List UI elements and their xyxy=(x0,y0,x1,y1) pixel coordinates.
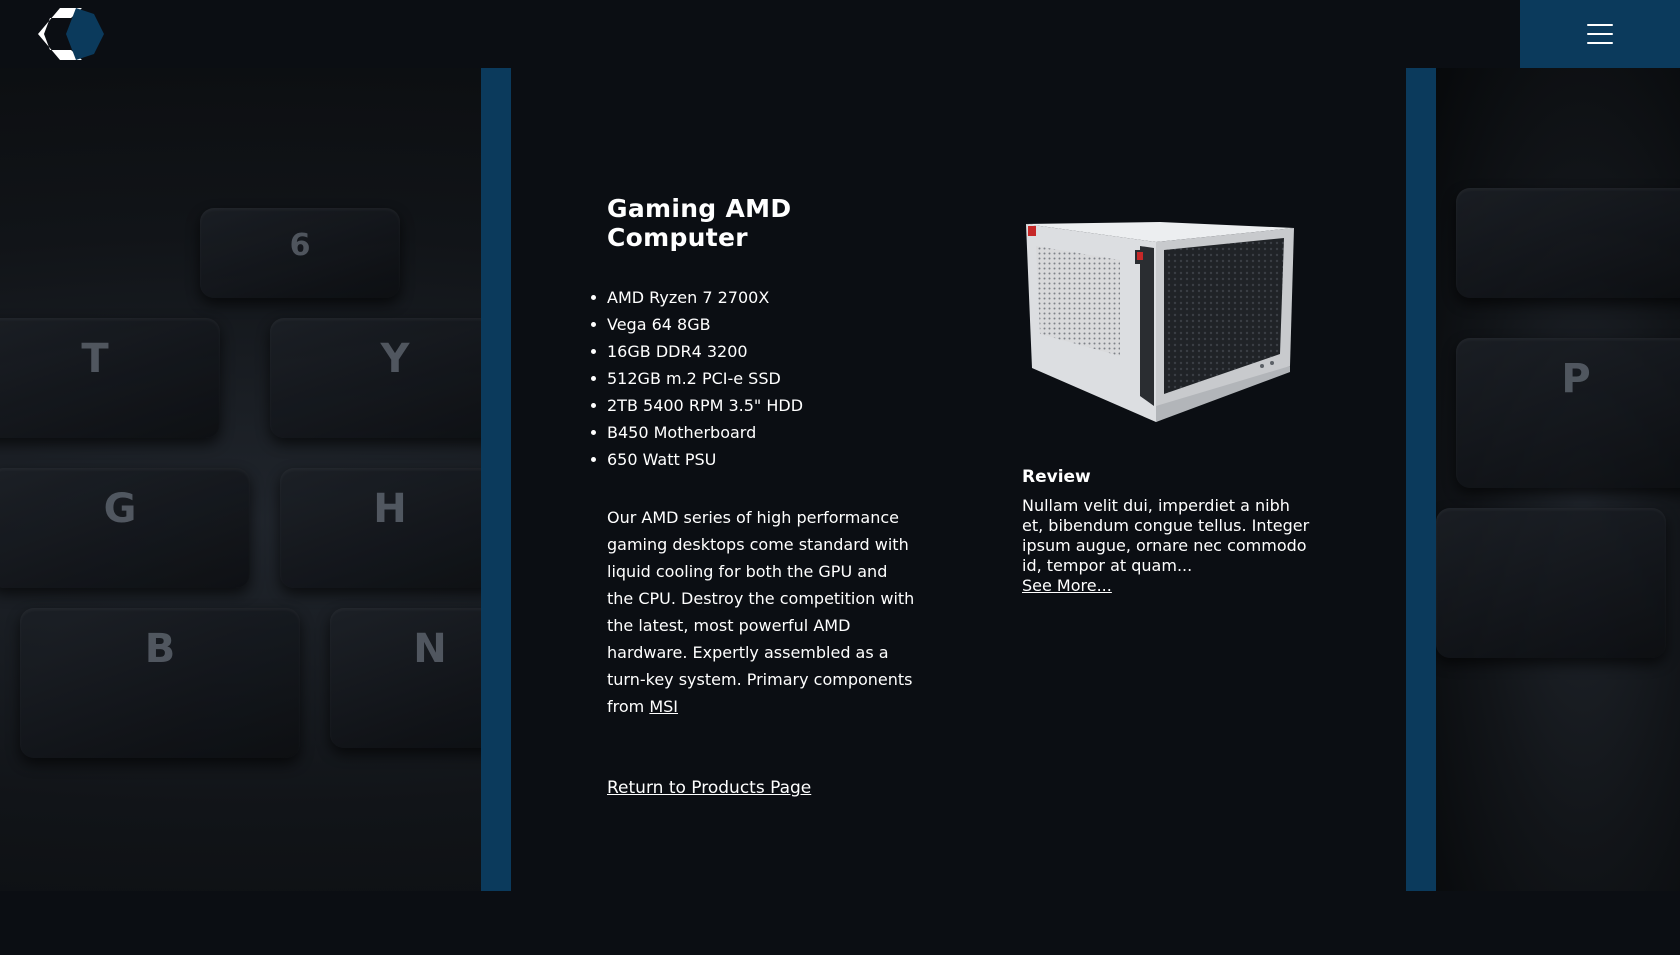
description-text: Our AMD series of high performance gamin… xyxy=(607,508,915,716)
right-accent-column xyxy=(1406,68,1436,891)
background-key: B xyxy=(20,608,300,758)
spec-item: 512GB m.2 PCI-e SSD xyxy=(590,365,803,392)
background-key xyxy=(1456,188,1680,298)
review-text: Nullam velit dui, imperdiet a nibh et, b… xyxy=(1022,496,1310,575)
page-title: Gaming AMD Computer xyxy=(607,194,792,252)
keyboard-background-right: P xyxy=(1436,68,1680,891)
hamburger-menu-icon xyxy=(1587,24,1613,44)
return-to-products-link[interactable]: Return to Products Page xyxy=(607,776,811,800)
background-key xyxy=(1436,508,1666,658)
review-heading: Review xyxy=(1022,467,1091,487)
spec-item: 650 Watt PSU xyxy=(590,446,803,473)
hexagon-c-logo-icon[interactable] xyxy=(38,8,104,60)
spec-item: 16GB DDR4 3200 xyxy=(590,338,803,365)
menu-button[interactable] xyxy=(1520,0,1680,68)
background-key: P xyxy=(1456,338,1680,488)
review-text-block: Nullam velit dui, imperdiet a nibh et, b… xyxy=(1022,496,1312,596)
spec-item: AMD Ryzen 7 2700X xyxy=(590,284,803,311)
see-more-link[interactable]: See More... xyxy=(1022,576,1112,595)
page-footer xyxy=(0,891,1680,955)
spec-item: 2TB 5400 RPM 3.5" HDD xyxy=(590,392,803,419)
top-navigation-bar xyxy=(0,0,1680,68)
product-detail-panel: Gaming AMD Computer AMD Ryzen 7 2700X Ve… xyxy=(511,68,1406,891)
background-key: G xyxy=(0,468,250,588)
background-key: H xyxy=(280,468,500,588)
product-description: Our AMD series of high performance gamin… xyxy=(607,504,917,720)
left-accent-column xyxy=(481,68,511,891)
background-key: T xyxy=(0,318,220,438)
spec-item: B450 Motherboard xyxy=(590,419,803,446)
spec-item: Vega 64 8GB xyxy=(590,311,803,338)
pc-case-image xyxy=(1026,222,1294,422)
background-key: 6 xyxy=(200,208,400,298)
spec-list: AMD Ryzen 7 2700X Vega 64 8GB 16GB DDR4 … xyxy=(590,284,803,473)
manufacturer-link[interactable]: MSI xyxy=(649,697,678,716)
